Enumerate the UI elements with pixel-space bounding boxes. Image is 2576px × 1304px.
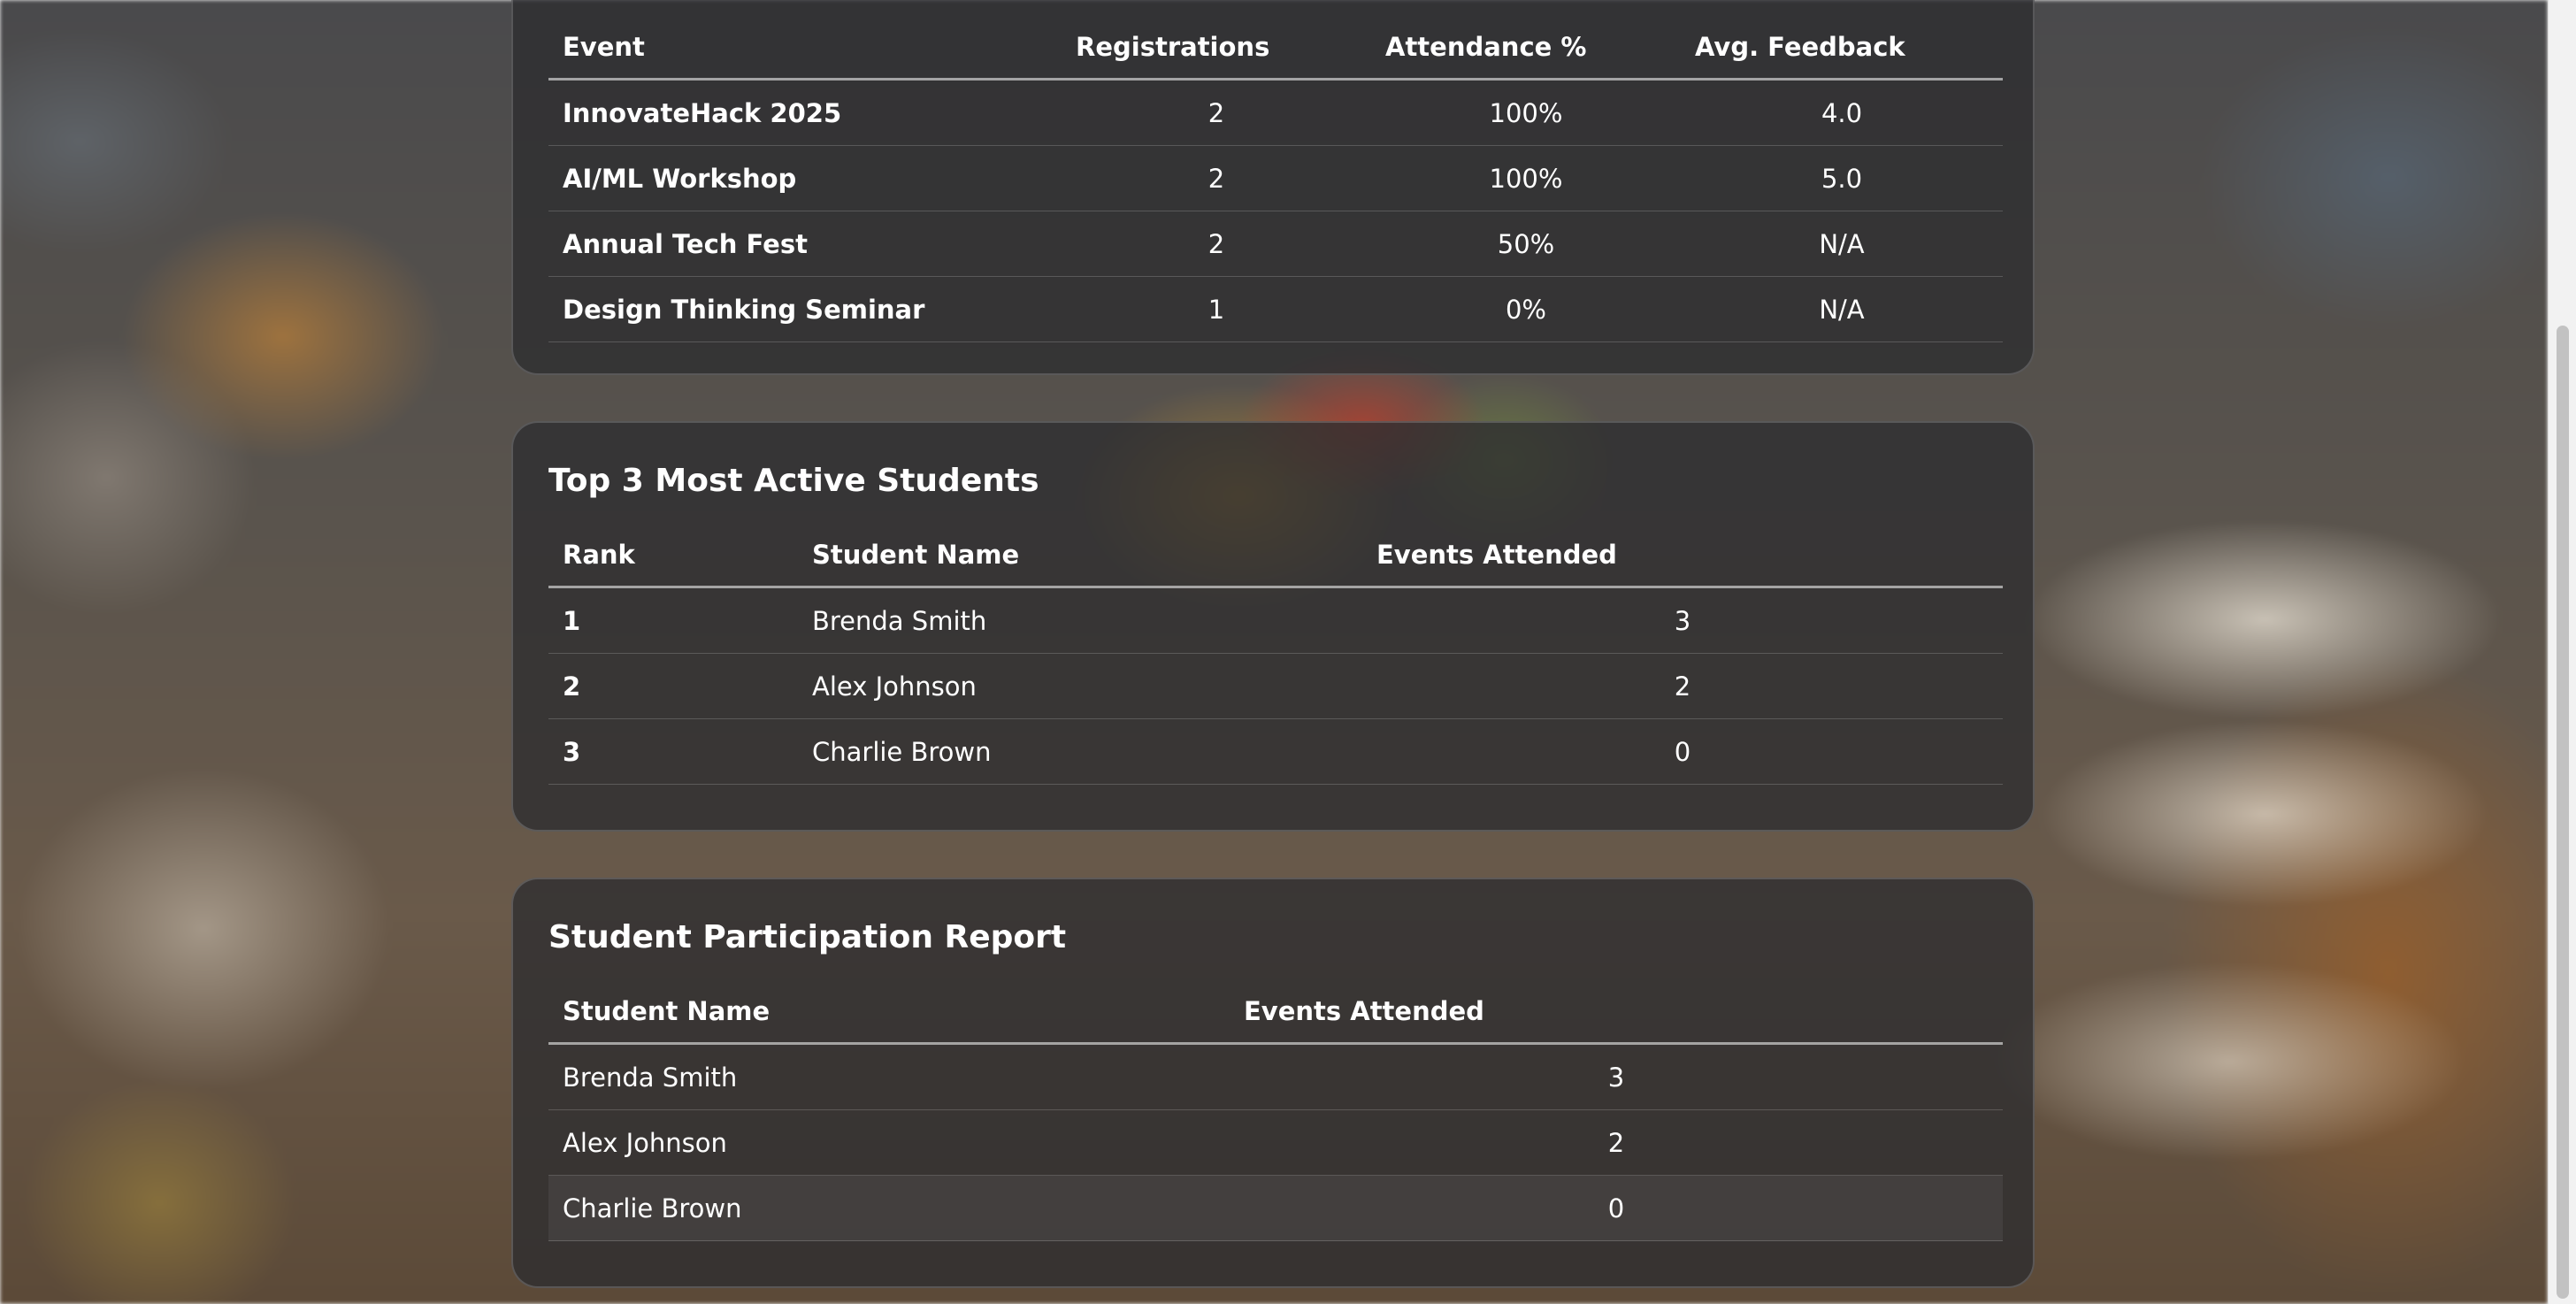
attendance-value: 100%	[1371, 145, 1681, 211]
event-summary-table: Event Registrations Attendance % Avg. Fe…	[548, 16, 2003, 342]
attendance-value: 0%	[1371, 276, 1681, 342]
column-header-events-attended: Events Attended	[1230, 980, 2003, 1045]
events-attended-value: 0	[1230, 1175, 2003, 1241]
events-attended-value: 0	[1362, 718, 2003, 785]
table-row: 3 Charlie Brown 0	[548, 718, 2003, 785]
participation-report-card: Student Participation Report Student Nam…	[511, 878, 2035, 1288]
event-name: Annual Tech Fest	[548, 211, 1062, 277]
rank-value: 3	[548, 718, 798, 785]
feedback-value: 5.0	[1681, 145, 2003, 211]
events-attended-value: 2	[1362, 653, 2003, 719]
scrollbar-thumb[interactable]	[2557, 326, 2569, 1299]
table-row: Charlie Brown 0	[548, 1175, 2003, 1241]
event-name: AI/ML Workshop	[548, 145, 1062, 211]
column-header-feedback: Avg. Feedback	[1681, 16, 2003, 81]
participation-table: Student Name Events Attended Brenda Smit…	[548, 980, 2003, 1241]
table-row: InnovateHack 2025 2 100% 4.0	[548, 79, 2003, 146]
student-name: Brenda Smith	[548, 1043, 1230, 1110]
events-attended-value: 3	[1230, 1043, 2003, 1110]
column-header-attendance: Attendance %	[1371, 16, 1681, 81]
registrations-value: 2	[1062, 79, 1371, 146]
table-row: Annual Tech Fest 2 50% N/A	[548, 211, 2003, 277]
rank-value: 1	[548, 587, 798, 654]
registrations-value: 1	[1062, 276, 1371, 342]
table-header-row: Student Name Events Attended	[548, 980, 2003, 1045]
column-header-registrations: Registrations	[1062, 16, 1371, 81]
top-students-card: Top 3 Most Active Students Rank Student …	[511, 421, 2035, 832]
column-header-events-attended: Events Attended	[1362, 524, 2003, 588]
table-row: 1 Brenda Smith 3	[548, 587, 2003, 654]
registrations-value: 2	[1062, 145, 1371, 211]
student-name: Alex Johnson	[548, 1109, 1230, 1176]
student-name: Brenda Smith	[798, 587, 1362, 654]
rank-value: 2	[548, 653, 798, 719]
column-header-student-name: Student Name	[548, 980, 1230, 1045]
table-header-row: Event Registrations Attendance % Avg. Fe…	[548, 16, 2003, 81]
student-name: Charlie Brown	[798, 718, 1362, 785]
feedback-value: 4.0	[1681, 79, 2003, 146]
column-header-event: Event	[548, 16, 1062, 81]
table-row: Design Thinking Seminar 1 0% N/A	[548, 276, 2003, 342]
events-attended-value: 3	[1362, 587, 2003, 654]
column-header-rank: Rank	[548, 524, 798, 588]
events-attended-value: 2	[1230, 1109, 2003, 1176]
feedback-value: N/A	[1681, 276, 2003, 342]
student-name: Alex Johnson	[798, 653, 1362, 719]
table-row: 2 Alex Johnson 2	[548, 653, 2003, 719]
card-title: Student Participation Report	[548, 919, 1067, 955]
table-row: AI/ML Workshop 2 100% 5.0	[548, 145, 2003, 211]
attendance-value: 50%	[1371, 211, 1681, 277]
event-summary-card: Event Registrations Attendance % Avg. Fe…	[511, 0, 2035, 375]
card-title: Top 3 Most Active Students	[548, 463, 1039, 499]
student-name: Charlie Brown	[548, 1175, 1230, 1241]
top-students-table: Rank Student Name Events Attended 1 Bren…	[548, 524, 2003, 785]
table-row: Brenda Smith 3	[548, 1043, 2003, 1110]
attendance-value: 100%	[1371, 79, 1681, 146]
table-header-row: Rank Student Name Events Attended	[548, 524, 2003, 588]
event-name: Design Thinking Seminar	[548, 276, 1062, 342]
column-header-student-name: Student Name	[798, 524, 1362, 588]
event-name: InnovateHack 2025	[548, 79, 1062, 146]
table-row: Alex Johnson 2	[548, 1109, 2003, 1176]
feedback-value: N/A	[1681, 211, 2003, 277]
registrations-value: 2	[1062, 211, 1371, 277]
